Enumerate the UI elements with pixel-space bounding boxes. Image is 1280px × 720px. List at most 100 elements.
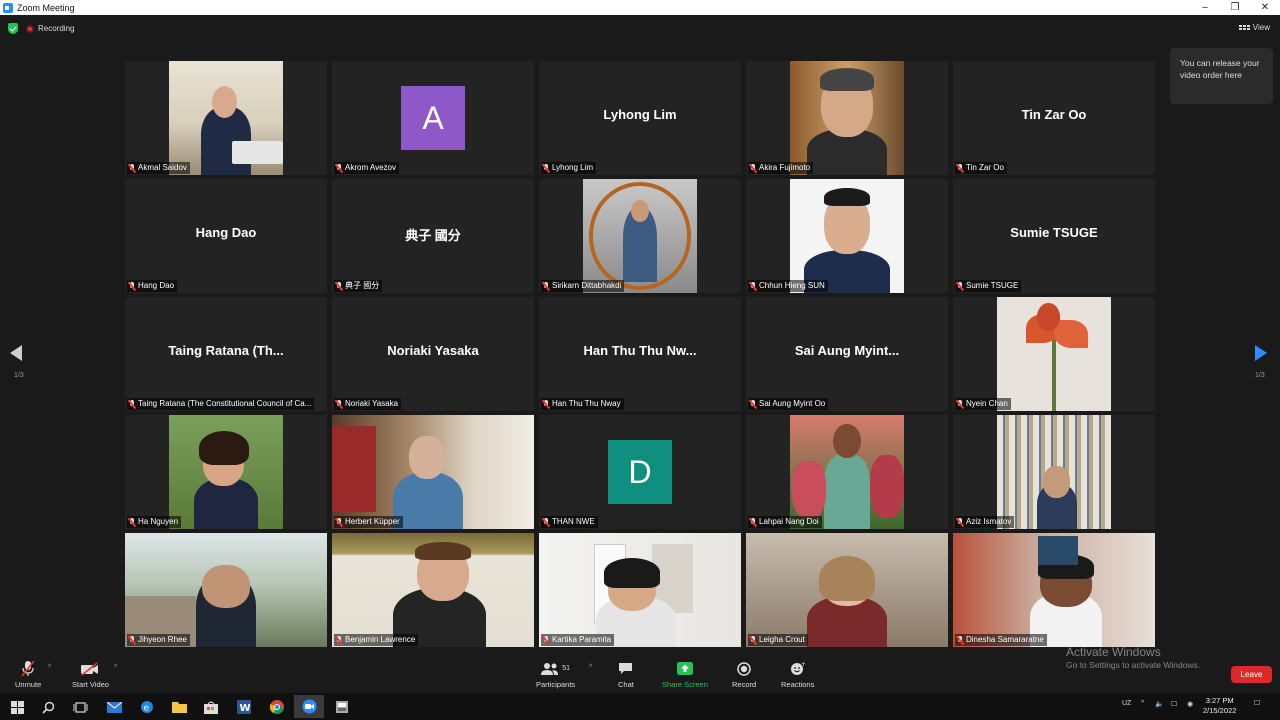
show-hidden-icons-icon[interactable]: ^ bbox=[1141, 700, 1144, 707]
reactions-emoji-icon: + bbox=[790, 660, 805, 677]
participant-display-name: Sai Aung Myint... bbox=[794, 343, 900, 358]
unmute-button[interactable]: Unmute bbox=[15, 660, 41, 689]
participant-tile[interactable]: Han Thu Thu Nw... Han Thu Thu Nway bbox=[539, 297, 741, 411]
zoom-taskbar-icon[interactable] bbox=[294, 695, 324, 718]
share-screen-button[interactable]: Share Screen bbox=[662, 660, 708, 689]
view-button[interactable]: View bbox=[1238, 23, 1270, 32]
next-page-arrow-icon[interactable] bbox=[1255, 345, 1267, 361]
participant-tile[interactable]: Kartika Paramita bbox=[539, 533, 741, 647]
participant-tile[interactable]: Sumie TSUGE Sumie TSUGE bbox=[953, 179, 1155, 293]
participant-tile[interactable]: Leigha Crout bbox=[746, 533, 948, 647]
participant-tile[interactable]: Hang Dao Hang Dao bbox=[125, 179, 327, 293]
start-video-label: Start Video bbox=[72, 680, 109, 689]
taskbar-clock[interactable]: 3:27 PM 2/15/2022 bbox=[1203, 696, 1236, 716]
mail-icon[interactable] bbox=[105, 698, 123, 716]
task-view-icon[interactable] bbox=[71, 698, 89, 716]
minimize-button[interactable]: – bbox=[1190, 0, 1220, 15]
muted-mic-icon bbox=[749, 163, 757, 173]
participant-tile[interactable]: 典子 國分 典子 國分 bbox=[332, 179, 534, 293]
edge-browser-icon[interactable]: e bbox=[138, 698, 156, 716]
muted-mic-icon bbox=[542, 635, 550, 645]
participants-label: Participants bbox=[536, 680, 576, 689]
participant-name: Tin Zar Oo bbox=[966, 163, 1004, 172]
participant-video bbox=[790, 415, 904, 529]
participant-name: Sai Aung Myint Oo bbox=[759, 399, 826, 408]
participant-tile[interactable]: Taing Ratana (Th... Taing Ratana (The Con… bbox=[125, 297, 327, 411]
start-video-button[interactable]: Start Video bbox=[72, 660, 109, 689]
participant-tile[interactable]: Tin Zar Oo Tin Zar Oo bbox=[953, 61, 1155, 175]
participant-tile[interactable]: D THAN NWE bbox=[539, 415, 741, 529]
participant-tile[interactable]: Chhun Hieng SUN bbox=[746, 179, 948, 293]
participant-tile[interactable]: Aziz Ismatov bbox=[953, 415, 1155, 529]
participant-tile[interactable]: Sirikarn Dittabhakdi bbox=[539, 179, 741, 293]
video-options-caret-icon[interactable]: ^ bbox=[114, 664, 117, 671]
participants-button[interactable]: 51 Participants bbox=[536, 660, 575, 689]
record-button[interactable]: Record bbox=[732, 660, 756, 689]
watermark-subtitle: Go to Settings to activate Windows. bbox=[1066, 660, 1201, 670]
participant-display-name: Han Thu Thu Nw... bbox=[583, 343, 697, 358]
network-icon[interactable]: ☐ bbox=[1171, 700, 1177, 708]
participant-name-label: Sumie TSUGE bbox=[955, 280, 1022, 292]
participant-tile[interactable]: Akmal Saidov bbox=[125, 61, 327, 175]
participant-name-label: Hang Dao bbox=[127, 280, 178, 292]
search-icon[interactable] bbox=[39, 698, 57, 716]
security-shield-icon[interactable] bbox=[8, 23, 18, 34]
record-icon bbox=[737, 660, 751, 677]
participant-avatar: D bbox=[608, 440, 672, 504]
participant-name: Lahpai Nang Doi bbox=[759, 517, 819, 526]
participant-name: Ha Nguyen bbox=[138, 517, 179, 526]
participant-tile[interactable]: Sai Aung Myint... Sai Aung Myint Oo bbox=[746, 297, 948, 411]
muted-mic-icon bbox=[335, 635, 343, 645]
reactions-button[interactable]: + Reactions bbox=[781, 660, 814, 689]
notifications-icon[interactable]: ☐ bbox=[1254, 699, 1260, 707]
participant-tile[interactable]: Noriaki Yasaka Noriaki Yasaka bbox=[332, 297, 534, 411]
windows-taskbar: e W UZ ^ 🔈 ☐ ◉ 3:27 PM 2/15/2022 ☐ bbox=[0, 693, 1280, 720]
participant-tile[interactable]: Lahpai Nang Doi bbox=[746, 415, 948, 529]
participant-name-label: Herbert Küpper bbox=[334, 516, 403, 528]
participant-tile[interactable]: Benjamin Lawrence bbox=[332, 533, 534, 647]
participant-name: Benjamin Lawrence bbox=[345, 635, 416, 644]
chrome-icon[interactable] bbox=[268, 698, 286, 716]
store-icon[interactable] bbox=[202, 698, 220, 716]
participant-name-label: Dinesha Samararatne bbox=[955, 634, 1047, 646]
participant-name: Sirikarn Dittabhakdi bbox=[552, 281, 622, 290]
chat-button[interactable]: Chat bbox=[618, 660, 634, 689]
leave-button[interactable]: Leave bbox=[1231, 666, 1272, 683]
participant-display-name: Tin Zar Oo bbox=[1021, 107, 1087, 122]
participant-tile[interactable]: A Akrom Avezov bbox=[332, 61, 534, 175]
close-button[interactable]: ✕ bbox=[1250, 0, 1280, 15]
muted-mic-icon bbox=[749, 281, 757, 291]
muted-mic-icon bbox=[335, 281, 343, 291]
participant-video bbox=[332, 415, 534, 529]
participant-tile[interactable]: Herbert Küpper bbox=[332, 415, 534, 529]
participant-name-label: THAN NWE bbox=[541, 516, 598, 528]
window-titlebar: Zoom Meeting – ❐ ✕ bbox=[0, 0, 1280, 15]
recording-indicator[interactable]: Recording bbox=[26, 24, 74, 33]
word-icon[interactable]: W bbox=[235, 698, 253, 716]
muted-mic-icon bbox=[335, 399, 343, 409]
participant-name: Jihyeon Rhee bbox=[138, 635, 187, 644]
muted-mic-icon bbox=[956, 635, 964, 645]
tray-app-icon[interactable]: ◉ bbox=[1187, 700, 1193, 708]
participant-tile[interactable]: Nyein Chan bbox=[953, 297, 1155, 411]
muted-mic-icon bbox=[956, 281, 964, 291]
participant-tile[interactable]: Akira Fujimoto bbox=[746, 61, 948, 175]
participant-tile[interactable]: Jihyeon Rhee bbox=[125, 533, 327, 647]
previous-page-arrow-icon[interactable] bbox=[10, 345, 22, 361]
participant-video bbox=[169, 61, 283, 175]
participant-video bbox=[332, 533, 534, 647]
audio-options-caret-icon[interactable]: ^ bbox=[48, 664, 51, 671]
page-indicator-left: 1/3 bbox=[14, 372, 24, 379]
participant-tile[interactable]: Dinesha Samararatne bbox=[953, 533, 1155, 647]
participants-options-caret-icon[interactable]: ^ bbox=[589, 664, 592, 671]
participant-tile[interactable]: Ha Nguyen bbox=[125, 415, 327, 529]
participant-tile[interactable]: Lyhong Lim Lyhong Lim bbox=[539, 61, 741, 175]
participant-name-label: 典子 國分 bbox=[334, 280, 383, 292]
windows-start-icon[interactable] bbox=[8, 698, 26, 716]
maximize-button[interactable]: ❐ bbox=[1220, 0, 1250, 15]
generic-app-icon[interactable] bbox=[333, 698, 351, 716]
language-indicator[interactable]: UZ bbox=[1122, 700, 1131, 707]
file-explorer-icon[interactable] bbox=[170, 698, 188, 716]
speaker-icon[interactable]: 🔈 bbox=[1155, 700, 1164, 708]
muted-mic-icon bbox=[749, 635, 757, 645]
